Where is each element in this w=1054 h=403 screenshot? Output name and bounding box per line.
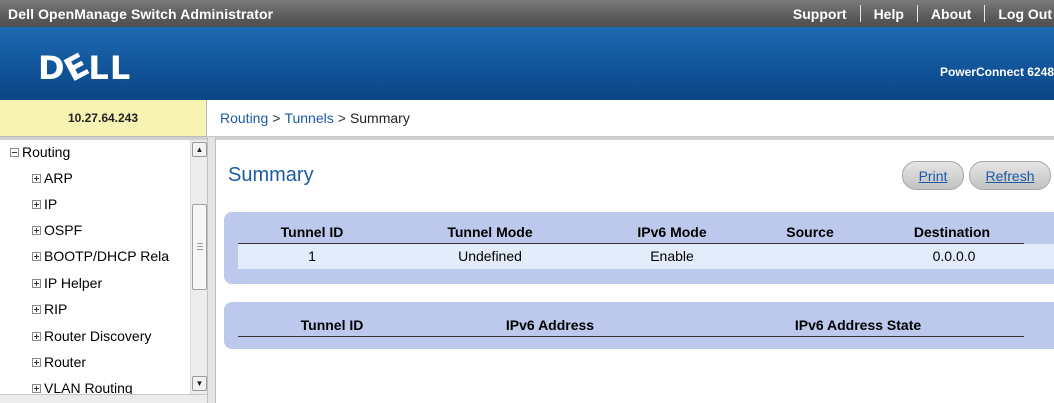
- dell-logo: DELL: [38, 44, 132, 90]
- sidebar-horizontal-scrollbar[interactable]: [0, 394, 207, 403]
- tree-label: IP Helper: [44, 275, 103, 291]
- column-header-ipv6-address-state: IPv6 Address State: [794, 317, 922, 333]
- tree-label: Router: [44, 354, 87, 370]
- tree-label: Routing: [22, 144, 71, 160]
- tree-node-router[interactable]: Router: [32, 354, 86, 370]
- expand-icon[interactable]: [32, 199, 41, 209]
- expand-icon[interactable]: [32, 278, 41, 288]
- cell-tunnel-mode: Undefined: [458, 248, 522, 264]
- breadcrumb-separator: >: [337, 110, 346, 126]
- column-header-destination: Destination: [913, 224, 991, 240]
- expand-icon[interactable]: [32, 251, 41, 261]
- tree-node-ip[interactable]: IP: [32, 196, 57, 212]
- tree-node-rip[interactable]: RIP: [32, 301, 67, 317]
- breadcrumb-tunnels[interactable]: Tunnels: [284, 110, 333, 126]
- breadcrumb-current: Summary: [349, 110, 410, 126]
- tree-node-arp[interactable]: ARP: [32, 170, 73, 186]
- scroll-down-icon[interactable]: ▼: [192, 376, 207, 391]
- about-link[interactable]: About: [918, 6, 984, 22]
- tree-label: BOOTP/DHCP Rela: [44, 248, 169, 264]
- tree-label: OSPF: [44, 222, 83, 238]
- expand-icon[interactable]: [32, 357, 41, 367]
- sidebar-scrollbar[interactable]: ▲ ▼: [190, 140, 207, 394]
- expand-icon[interactable]: [32, 304, 41, 314]
- breadcrumb-routing[interactable]: Routing: [220, 110, 268, 126]
- column-header-ipv6-mode: IPv6 Mode: [637, 224, 707, 240]
- expand-icon[interactable]: [32, 173, 41, 183]
- cell-tunnel-id: 1: [308, 248, 316, 264]
- table-row[interactable]: 1 Undefined Enable 0.0.0.0: [238, 244, 1054, 269]
- ip-address: 10.27.64.243: [67, 111, 139, 125]
- product-name: PowerConnect 6248: [939, 65, 1054, 79]
- tree-label: ARP: [44, 170, 73, 186]
- breadcrumb: Routing > Tunnels > Summary: [207, 100, 1054, 137]
- expand-icon[interactable]: [32, 383, 41, 393]
- tree-node-ip-helper[interactable]: IP Helper: [32, 275, 102, 291]
- tree-node-router-discovery[interactable]: Router Discovery: [32, 328, 151, 344]
- tree-node-routing[interactable]: Routing: [10, 144, 70, 160]
- breadcrumb-separator: >: [272, 110, 281, 126]
- header-banner: DELL PowerConnect 6248: [0, 27, 1054, 100]
- page-title: Summary: [228, 164, 314, 186]
- app-title: Dell OpenManage Switch Administrator: [8, 5, 274, 22]
- tunnel-summary-table: Tunnel ID Tunnel Mode IPv6 Mode Source D…: [224, 212, 1054, 284]
- column-header-tunnel-id: Tunnel ID: [300, 317, 364, 333]
- tree-node-ospf[interactable]: OSPF: [32, 222, 82, 238]
- frame-splitter[interactable]: [207, 137, 216, 403]
- top-links: Support Help About Log Out: [780, 0, 1054, 27]
- column-header-source: Source: [786, 224, 834, 240]
- column-header-tunnel-mode: Tunnel Mode: [447, 224, 533, 240]
- tree-node-bootp-dhcp[interactable]: BOOTP/DHCP Rela: [32, 248, 169, 264]
- column-header-ipv6-address: IPv6 Address: [505, 317, 595, 333]
- header-rule: [238, 336, 1024, 337]
- scroll-up-icon[interactable]: ▲: [192, 142, 207, 157]
- expand-icon[interactable]: [32, 225, 41, 235]
- support-link[interactable]: Support: [780, 6, 860, 22]
- refresh-button[interactable]: Refresh: [969, 161, 1051, 190]
- cell-destination: 0.0.0.0: [932, 248, 976, 264]
- logout-link[interactable]: Log Out: [985, 6, 1054, 22]
- column-header-tunnel-id: Tunnel ID: [280, 224, 344, 240]
- collapse-icon[interactable]: [10, 147, 19, 157]
- grip-icon: [197, 243, 203, 250]
- tree-label: Router Discovery: [44, 328, 152, 344]
- cell-ipv6-mode: Enable: [650, 248, 694, 264]
- tree-label: RIP: [44, 301, 68, 317]
- scroll-thumb[interactable]: [192, 204, 207, 290]
- expand-icon[interactable]: [32, 331, 41, 341]
- ip-address-bar: 10.27.64.243: [0, 100, 207, 137]
- print-button[interactable]: Print: [902, 161, 964, 190]
- ipv6-address-table: Tunnel ID IPv6 Address IPv6 Address Stat…: [224, 302, 1054, 349]
- top-bar: Dell OpenManage Switch Administrator Sup…: [0, 0, 1054, 27]
- tree-label: IP: [44, 196, 58, 212]
- sidebar-tree: Routing ARP IP OSPF BOOTP/DHCP Rela IP H…: [0, 140, 190, 403]
- help-link[interactable]: Help: [861, 6, 917, 22]
